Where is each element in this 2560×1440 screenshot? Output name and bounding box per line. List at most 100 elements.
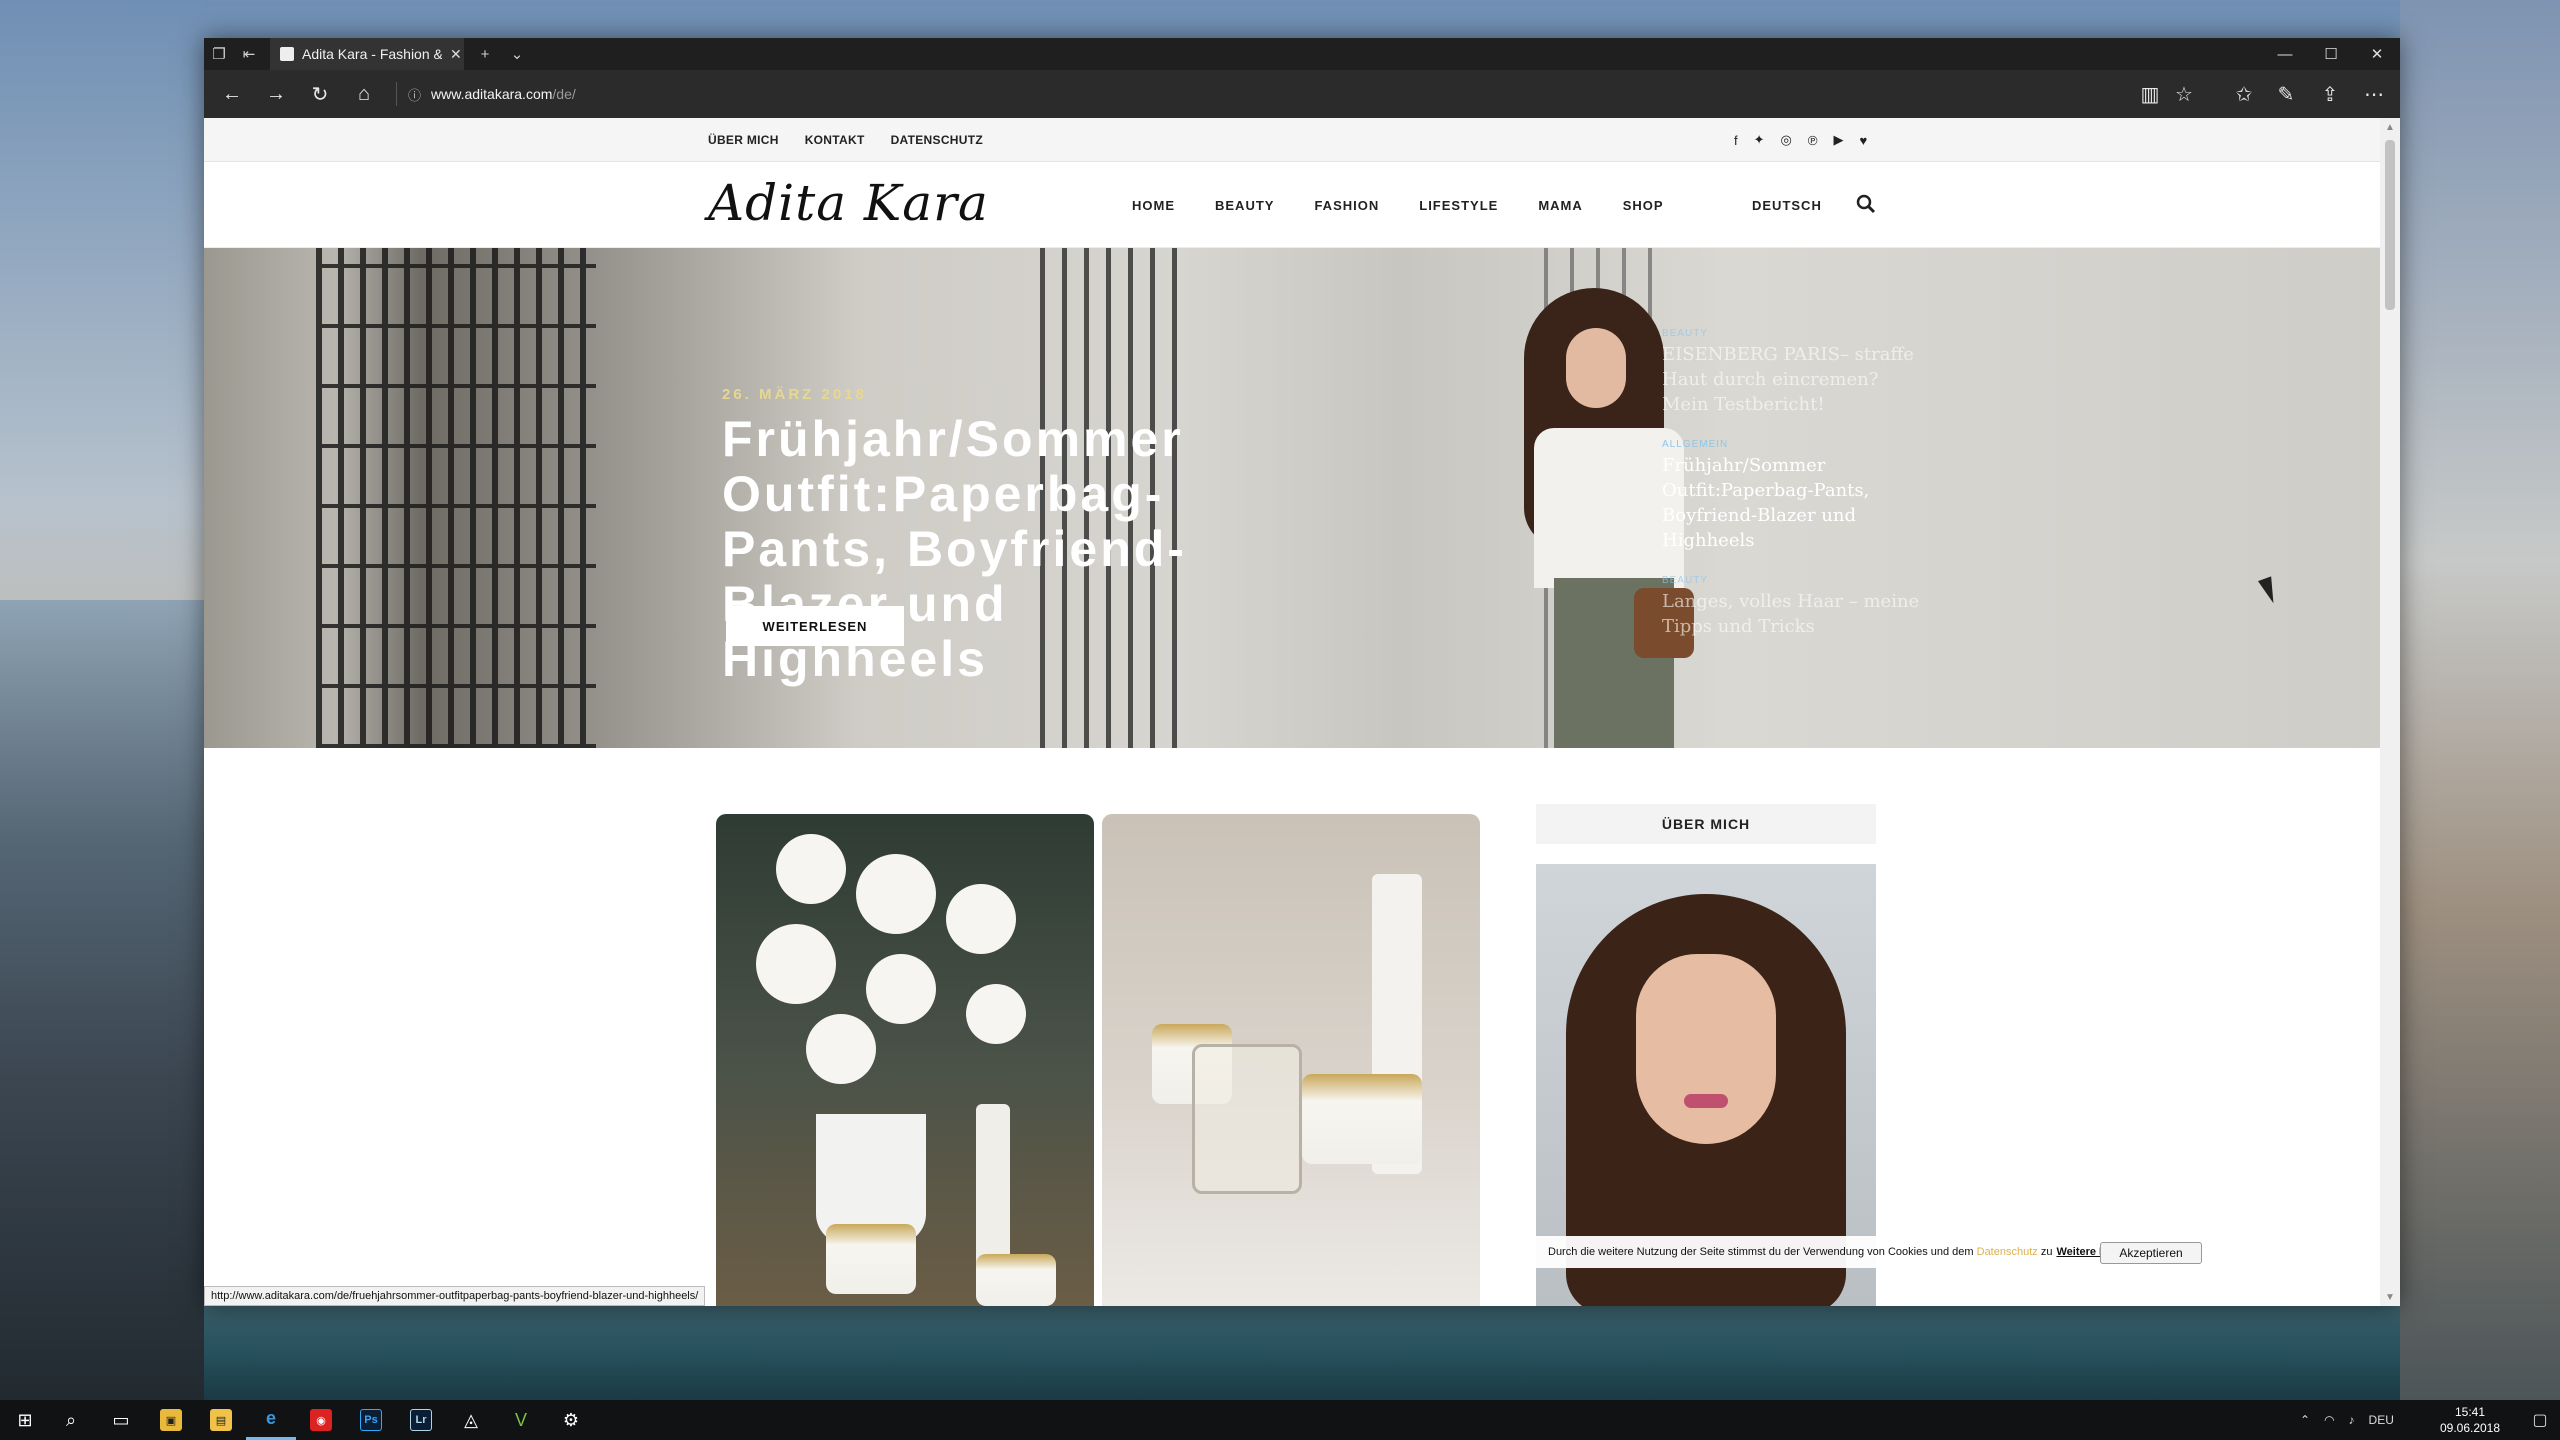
- refresh-icon[interactable]: ↻: [300, 70, 340, 118]
- vectorworks-icon[interactable]: V: [496, 1400, 546, 1440]
- scroll-thumb[interactable]: [2385, 140, 2395, 310]
- input-language[interactable]: DEU: [2369, 1413, 2394, 1427]
- hero-gate-decoration: [316, 248, 596, 748]
- clock-time: 15:41: [2454, 1405, 2486, 1419]
- social-links: f ✦ ◎ ℗ ▶ ♥: [1734, 118, 1867, 162]
- desktop-wallpaper-left: [0, 600, 204, 1400]
- home-icon[interactable]: ⌂: [344, 70, 384, 118]
- web-note-icon[interactable]: ✎: [2266, 70, 2306, 118]
- address-bar[interactable]: ⓘ www.aditakara.com/de/: [408, 80, 576, 108]
- link-status-tooltip: http://www.aditakara.com/de/fruehjahrsom…: [204, 1286, 706, 1306]
- search-icon[interactable]: [1856, 194, 1876, 214]
- info-icon[interactable]: ⓘ: [408, 85, 421, 104]
- hub-icon[interactable]: ✩: [2224, 70, 2264, 118]
- more-icon[interactable]: ⋯: [2354, 70, 2394, 118]
- page-viewport: ÜBER MICH KONTAKT DATENSCHUTZ f ✦ ◎ ℗ ▶ …: [204, 118, 2380, 1306]
- store-icon[interactable]: ▣: [146, 1400, 196, 1440]
- close-tab-icon[interactable]: ✕: [450, 46, 462, 63]
- scroll-down-icon[interactable]: ▼: [2380, 1288, 2400, 1306]
- toplink-about[interactable]: ÜBER MICH: [708, 133, 779, 147]
- nav-mama[interactable]: MAMA: [1538, 198, 1582, 213]
- mouse-cursor-icon: [2257, 576, 2281, 606]
- heart-icon[interactable]: ♥: [1859, 133, 1867, 148]
- notification-icon[interactable]: ▢: [2520, 1400, 2560, 1440]
- nav-shop[interactable]: SHOP: [1623, 198, 1664, 213]
- forward-icon[interactable]: →: [256, 70, 296, 118]
- taskbar-clock[interactable]: 15:41 09.06.2018: [2430, 1404, 2510, 1436]
- new-tab-icon[interactable]: +: [470, 38, 500, 70]
- nav-lifestyle[interactable]: LIFESTYLE: [1419, 198, 1498, 213]
- about-heading: ÜBER MICH: [1536, 804, 1876, 844]
- toplink-contact[interactable]: KONTAKT: [805, 133, 865, 147]
- post-card-eisenberg[interactable]: [1102, 814, 1480, 1306]
- privacy-link[interactable]: Datenschutz: [1977, 1246, 2038, 1258]
- photoshop-icon[interactable]: Ps: [346, 1400, 396, 1440]
- cookie-text-after: zu: [2040, 1246, 2053, 1258]
- windows-taskbar: ⊞ ⌕ ▭ ▣ ▤ e ◉ Ps Lr ◬ V ⚙ ⌃ ◠ ♪ DEU 15:4…: [0, 1400, 2560, 1440]
- desktop-wallpaper-right: [2400, 0, 2560, 1400]
- side-post[interactable]: BEAUTY Langes, volles Haar – meine Tipps…: [1662, 575, 1922, 639]
- side-post-title[interactable]: EISENBERG PARIS– straffe Haut durch einc…: [1662, 342, 1922, 417]
- favorite-star-icon[interactable]: ☆: [2164, 70, 2204, 118]
- minimize-icon[interactable]: —: [2262, 38, 2308, 70]
- url-path: /de/: [552, 86, 576, 102]
- side-post-active[interactable]: ALLGEMEIN Frühjahr/Sommer Outfit:Paperba…: [1662, 439, 1922, 553]
- side-post[interactable]: BEAUTY EISENBERG PARIS– straffe Haut dur…: [1662, 328, 1922, 417]
- youtube-icon[interactable]: ▶: [1833, 132, 1843, 148]
- page-scrollbar[interactable]: ▲ ▼: [2380, 118, 2400, 1306]
- url-host: www.aditakara.com: [431, 86, 553, 102]
- top-links: ÜBER MICH KONTAKT DATENSCHUTZ: [708, 118, 983, 162]
- windows-start-icon[interactable]: ⊞: [0, 1400, 50, 1440]
- chevron-down-icon[interactable]: ⌄: [502, 38, 532, 70]
- screen-recorder-icon[interactable]: ◉: [296, 1400, 346, 1440]
- favicon-icon: [280, 47, 294, 61]
- main-nav: HOME BEAUTY FASHION LIFESTYLE MAMA SHOP: [1132, 162, 1664, 248]
- browser-window: ❐ ⇤ Adita Kara - Fashion & l ✕ + ⌄ — ☐ ✕…: [204, 38, 2400, 1306]
- read-more-button[interactable]: WEITERLESEN: [726, 606, 904, 646]
- browser-navbar: ← → ↻ ⌂ ⓘ www.aditakara.com/de/ ▥ ☆ ✩ ✎ …: [204, 70, 2400, 118]
- side-post-title[interactable]: Langes, volles Haar – meine Tipps und Tr…: [1662, 589, 1922, 639]
- lightroom-icon[interactable]: Lr: [396, 1400, 446, 1440]
- nav-beauty[interactable]: BEAUTY: [1215, 198, 1274, 213]
- file-explorer-icon[interactable]: ▤: [196, 1400, 246, 1440]
- nav-home[interactable]: HOME: [1132, 198, 1175, 213]
- instagram-icon[interactable]: ◎: [1781, 132, 1792, 148]
- side-post-category: BEAUTY: [1662, 575, 1709, 586]
- pinterest-icon[interactable]: ℗: [1808, 133, 1818, 148]
- hero-date: 26. MÄRZ 2018: [722, 386, 867, 403]
- site-header: Adita Kara HOME BEAUTY FASHION LIFESTYLE…: [204, 162, 2380, 248]
- search-taskbar-icon[interactable]: ⌕: [46, 1400, 96, 1440]
- post-card-orchid[interactable]: [716, 814, 1094, 1306]
- tab-title: Adita Kara - Fashion & l: [302, 46, 442, 62]
- task-view-icon[interactable]: ▭: [96, 1400, 146, 1440]
- volume-icon[interactable]: ♪: [2349, 1413, 2355, 1427]
- edge-browser-icon[interactable]: e: [246, 1400, 296, 1440]
- share-icon[interactable]: ⇪: [2310, 70, 2350, 118]
- maximize-icon[interactable]: ☐: [2308, 38, 2354, 70]
- browser-tab[interactable]: Adita Kara - Fashion & l ✕: [270, 38, 464, 70]
- chevron-up-icon[interactable]: ⌃: [2300, 1413, 2310, 1427]
- tab-manager-icon[interactable]: ❐: [204, 38, 234, 70]
- accept-cookies-button[interactable]: Akzeptieren: [2100, 1242, 2202, 1264]
- hero-slider: 26. MÄRZ 2018 Frühjahr/Sommer Outfit:Pap…: [204, 248, 2380, 748]
- close-window-icon[interactable]: ✕: [2354, 38, 2400, 70]
- unity-icon[interactable]: ◬: [446, 1400, 496, 1440]
- toplink-privacy[interactable]: DATENSCHUTZ: [891, 133, 983, 147]
- cookie-text: Durch die weitere Nutzung der Seite stim…: [1548, 1246, 1974, 1258]
- browser-titlebar: ❐ ⇤ Adita Kara - Fashion & l ✕ + ⌄ — ☐ ✕: [204, 38, 2400, 70]
- language-switch[interactable]: DEUTSCH: [1752, 162, 1822, 248]
- side-post-category: ALLGEMEIN: [1662, 439, 1729, 450]
- nav-fashion[interactable]: FASHION: [1314, 198, 1379, 213]
- system-tray: ⌃ ◠ ♪ DEU: [2300, 1400, 2394, 1440]
- side-post-category: BEAUTY: [1662, 328, 1709, 339]
- site-logo[interactable]: Adita Kara: [708, 174, 989, 232]
- twitter-icon[interactable]: ✦: [1754, 132, 1765, 148]
- back-icon[interactable]: ←: [212, 70, 252, 118]
- scroll-up-icon[interactable]: ▲: [2380, 118, 2400, 136]
- facebook-icon[interactable]: f: [1734, 133, 1738, 148]
- wifi-icon[interactable]: ◠: [2324, 1413, 2334, 1427]
- tabs-aside-icon[interactable]: ⇤: [234, 38, 264, 70]
- side-post-title[interactable]: Frühjahr/Sommer Outfit:Paperbag-Pants, B…: [1662, 453, 1922, 553]
- address-separator: [396, 82, 397, 106]
- settings-gear-icon[interactable]: ⚙: [546, 1400, 596, 1440]
